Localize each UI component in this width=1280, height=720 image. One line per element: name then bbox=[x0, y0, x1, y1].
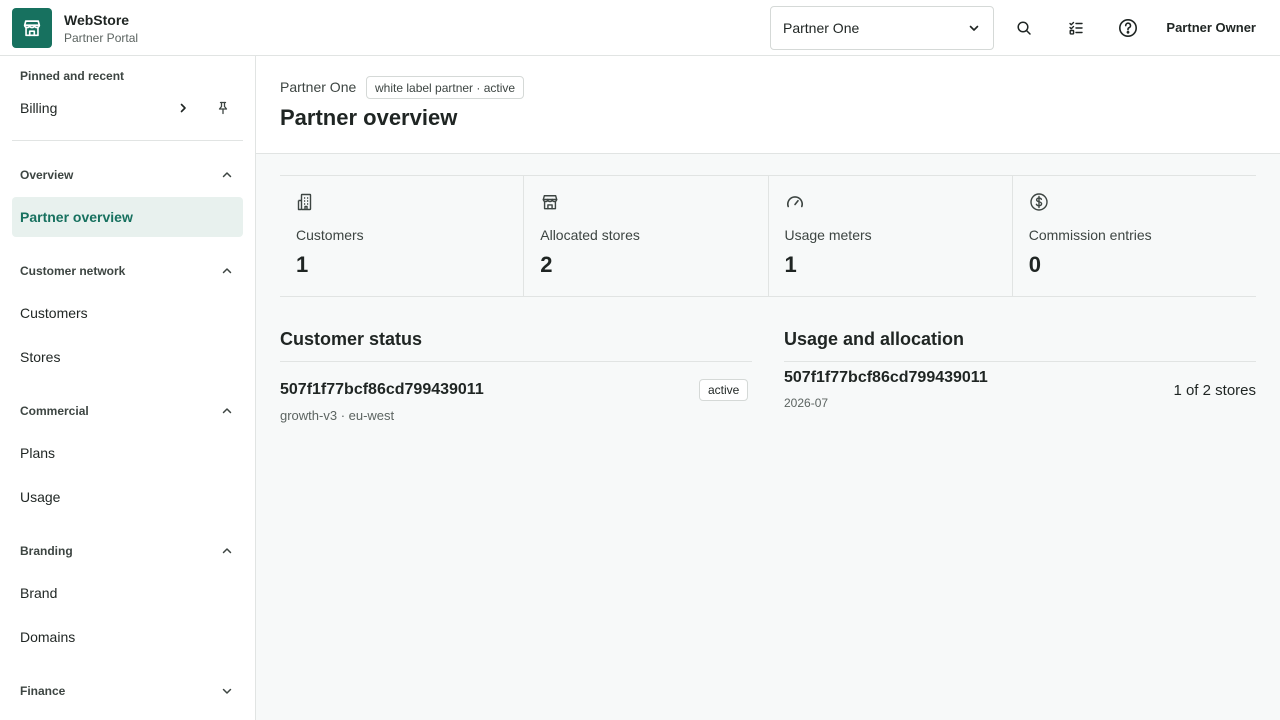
stat-label: Customers bbox=[296, 227, 364, 243]
stat-value: 2 bbox=[540, 252, 553, 277]
stat-value: 1 bbox=[784, 252, 797, 277]
help-icon[interactable] bbox=[1116, 16, 1140, 40]
sidebar: Pinned and recent Billing Overview Partn… bbox=[0, 56, 256, 720]
chevron-down-icon bbox=[967, 21, 981, 35]
stat-card-usage-meters: Usage meters 1 bbox=[769, 176, 1013, 296]
sidebar-item-partner-overview[interactable]: Partner overview bbox=[12, 197, 243, 237]
sidebar-item-plans[interactable]: Plans bbox=[20, 445, 55, 461]
checklist-icon[interactable] bbox=[1064, 16, 1088, 40]
section-title-customer-network[interactable]: Customer network bbox=[20, 264, 125, 278]
top-bar: WebStore Partner Portal Partner One Part… bbox=[0, 0, 1280, 56]
search-icon[interactable] bbox=[1012, 16, 1036, 40]
pin-icon[interactable] bbox=[216, 101, 230, 115]
sidebar-item-customers[interactable]: Customers bbox=[20, 305, 88, 321]
chevron-down-icon[interactable] bbox=[220, 684, 234, 698]
section-title-branding[interactable]: Branding bbox=[20, 544, 73, 558]
sidebar-item-stores[interactable]: Stores bbox=[20, 349, 60, 365]
panel-divider bbox=[280, 361, 752, 362]
stat-label: Allocated stores bbox=[540, 227, 640, 243]
main-content: Partner One white label partner · active… bbox=[256, 56, 1280, 720]
chevron-up-icon[interactable] bbox=[220, 404, 234, 418]
allocation-period: 2026-07 bbox=[784, 396, 829, 410]
sidebar-divider bbox=[12, 140, 243, 141]
building-icon bbox=[296, 192, 316, 212]
status-badge: active bbox=[699, 379, 749, 401]
allocation-customer-id[interactable]: 507f1f77bcf86cd799439011 bbox=[784, 369, 988, 387]
customer-id[interactable]: 507f1f77bcf86cd799439011 bbox=[280, 381, 484, 399]
panel-divider bbox=[784, 361, 1256, 362]
stat-value: 1 bbox=[296, 252, 309, 277]
storefront-icon[interactable] bbox=[12, 8, 52, 48]
customer-meta: growth-v3 · eu-west bbox=[280, 408, 395, 423]
sidebar-item-domains[interactable]: Domains bbox=[20, 629, 75, 645]
stat-label: Usage meters bbox=[784, 227, 872, 243]
sidebar-item-billing[interactable]: Billing bbox=[20, 100, 57, 116]
chevron-up-icon[interactable] bbox=[220, 544, 234, 558]
stat-value: 0 bbox=[1028, 252, 1041, 277]
partner-type-badge: white label partner · active bbox=[366, 76, 525, 99]
stat-label: Commission entries bbox=[1028, 227, 1152, 243]
allocation-count: 1 of 2 stores bbox=[1173, 382, 1256, 399]
page-title: Partner overview bbox=[280, 105, 458, 130]
stats-row: Customers 1 Allocated stores 2 Usage met… bbox=[280, 175, 1256, 297]
pinned-section-title: Pinned and recent bbox=[20, 69, 125, 83]
sidebar-item-label: Partner overview bbox=[20, 209, 133, 225]
usage-allocation-title: Usage and allocation bbox=[784, 329, 965, 349]
sidebar-item-brand[interactable]: Brand bbox=[20, 585, 57, 601]
stat-card-commission-entries: Commission entries 0 bbox=[1013, 176, 1256, 296]
section-title-commercial[interactable]: Commercial bbox=[20, 404, 89, 418]
app-subtitle: Partner Portal bbox=[64, 31, 139, 45]
gauge-icon bbox=[785, 192, 805, 212]
user-menu[interactable]: Partner Owner bbox=[1166, 20, 1256, 35]
store-icon bbox=[540, 192, 560, 212]
partner-select-value: Partner One bbox=[783, 20, 860, 36]
dollar-circle-icon bbox=[1029, 192, 1049, 212]
section-title-finance[interactable]: Finance bbox=[20, 684, 65, 698]
stat-card-customers: Customers 1 bbox=[280, 176, 525, 296]
page-header: Partner One white label partner · active… bbox=[256, 56, 1280, 154]
section-title-overview[interactable]: Overview bbox=[20, 168, 73, 182]
app-name: WebStore bbox=[64, 12, 130, 28]
breadcrumb[interactable]: Partner One bbox=[280, 79, 356, 95]
customer-status-title: Customer status bbox=[280, 329, 423, 349]
chevron-up-icon[interactable] bbox=[220, 168, 234, 182]
chevron-right-icon[interactable] bbox=[176, 101, 190, 115]
chevron-up-icon[interactable] bbox=[220, 264, 234, 278]
partner-select[interactable]: Partner One bbox=[770, 6, 994, 50]
stat-card-allocated-stores: Allocated stores 2 bbox=[524, 176, 769, 296]
sidebar-item-usage[interactable]: Usage bbox=[20, 489, 60, 505]
